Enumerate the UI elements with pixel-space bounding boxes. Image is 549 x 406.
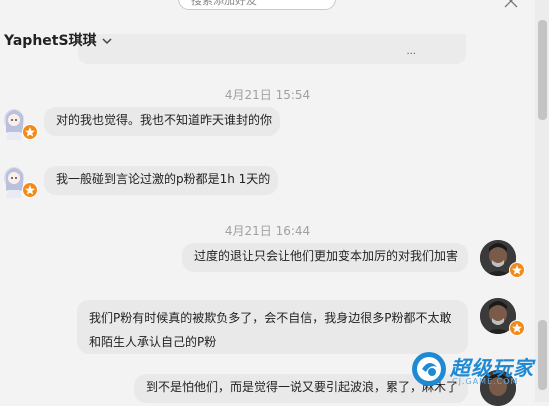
message-bubble: 对的我也觉得。我也不知道昨天谁封的你	[44, 107, 280, 136]
watermark-url: CJ.GAME.COM	[452, 377, 519, 386]
message-bubble-self: 过度的退让只会让他们更加变本加厉的对我们加害	[182, 243, 468, 272]
timestamp: 4月21日 15:54	[224, 88, 311, 102]
watermark-logo-icon	[412, 352, 446, 386]
previous-message-bubble: ...	[78, 34, 466, 64]
message-text: 过度的退让只会让他们更加变本加厉的对我们加害	[194, 249, 459, 263]
chevron-down-icon	[102, 38, 112, 45]
star-badge-icon	[22, 182, 38, 198]
message-text-line: 和陌生人承认自己的P粉	[89, 335, 217, 349]
contact-name: YaphetS琪琪	[4, 33, 97, 49]
watermark: 超级玩家 CJ.GAME.COM	[410, 348, 548, 394]
message-text: 我一般碰到言论过激的p粉都是1h 1天的	[56, 172, 271, 186]
avatar-left[interactable]	[2, 164, 38, 198]
message-text: 对的我也觉得。我也不知道昨天谁封的你	[56, 113, 273, 127]
star-badge-icon	[22, 124, 38, 140]
close-icon[interactable]	[504, 0, 518, 8]
timestamp: 4月21日 16:44	[224, 224, 311, 238]
search-placeholder: 搜索添加好友	[191, 0, 257, 7]
top-bar: 搜索添加好友	[0, 0, 549, 14]
message-bubble-self: 我们P粉有时候真的被欺负多了，会不自信，我身边很多P粉都不太敢 和陌生人承认自己…	[77, 300, 468, 354]
star-badge-icon	[509, 320, 525, 336]
message-text-line: 我们P粉有时候真的被欺负多了，会不自信，我身边很多P粉都不太敢	[89, 311, 452, 325]
contact-name-dropdown[interactable]: YaphetS琪琪	[4, 30, 112, 50]
search-input[interactable]: 搜索添加好友	[178, 0, 336, 10]
star-badge-icon	[509, 262, 525, 278]
message-bubble: 我一般碰到言论过激的p粉都是1h 1天的	[44, 166, 278, 195]
previous-message-dots: ...	[406, 46, 416, 57]
scrollbar-thumb[interactable]	[538, 20, 547, 120]
avatar-left[interactable]	[2, 106, 38, 140]
